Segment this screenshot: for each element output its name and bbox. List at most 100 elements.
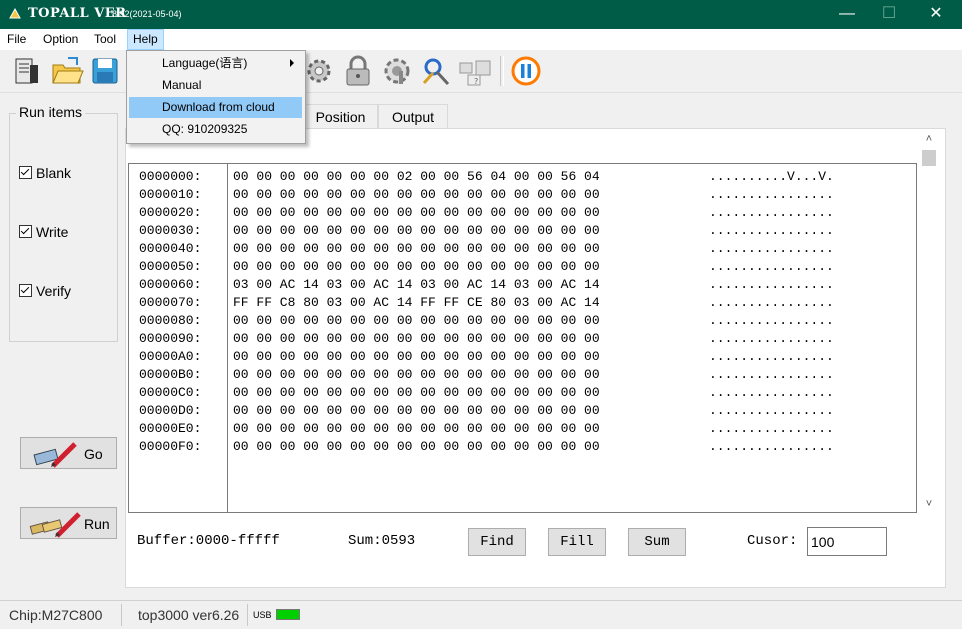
menu-item-download[interactable]: Download from cloud <box>129 97 302 118</box>
open-folder-icon[interactable] <box>50 55 84 87</box>
hex-bytes[interactable]: 00 00 00 00 00 00 00 00 00 00 00 00 00 0… <box>233 312 709 330</box>
hex-row[interactable]: 00000E0: 00 00 00 00 00 00 00 00 00 00 00… <box>139 420 834 438</box>
verify-label: Verify <box>36 283 72 299</box>
hex-ascii: ................ <box>709 223 834 238</box>
chip-icon[interactable] <box>10 55 44 87</box>
hex-ascii: ................ <box>709 349 834 364</box>
cusor-input[interactable]: 100 <box>807 527 887 556</box>
hex-row[interactable]: 00000B0: 00 00 00 00 00 00 00 00 00 00 00… <box>139 366 834 384</box>
hex-row[interactable]: 00000C0: 00 00 00 00 00 00 00 00 00 00 00… <box>139 384 834 402</box>
svg-text:?: ? <box>474 77 478 86</box>
hex-bytes[interactable]: 00 00 00 00 00 00 00 00 00 00 00 00 00 0… <box>233 186 709 204</box>
hex-bytes[interactable]: 00 00 00 00 00 00 00 00 00 00 00 00 00 0… <box>233 330 709 348</box>
language-label: Language(语言) <box>162 56 248 70</box>
hex-ascii: ................ <box>709 205 834 220</box>
hex-ascii: ................ <box>709 421 834 436</box>
hex-bytes[interactable]: 00 00 00 00 00 00 00 00 00 00 00 00 00 0… <box>233 240 709 258</box>
blank-checkbox[interactable]: Blank <box>19 165 71 181</box>
hex-bytes[interactable]: 00 00 00 00 00 00 00 00 00 00 00 00 00 0… <box>233 402 709 420</box>
menu-help[interactable]: Help <box>127 29 164 50</box>
maximize-button[interactable]: ☐ <box>866 0 912 29</box>
vertical-scrollbar[interactable]: ˄ ˅ <box>920 131 938 513</box>
hex-address: 0000070: <box>139 295 202 310</box>
hex-row[interactable]: 0000000: 00 00 00 00 00 00 00 02 00 00 56… <box>139 168 834 186</box>
hex-address: 0000000: <box>139 169 202 184</box>
go-button[interactable]: Go <box>20 437 117 469</box>
lock-icon[interactable] <box>341 55 375 87</box>
blank-label: Blank <box>36 165 72 181</box>
hex-row[interactable]: 0000020: 00 00 00 00 00 00 00 00 00 00 00… <box>139 204 834 222</box>
hex-address: 0000080: <box>139 313 202 328</box>
hex-ascii: ................ <box>709 187 834 202</box>
sum-button[interactable]: Sum <box>628 528 686 556</box>
gear-icon[interactable] <box>302 55 336 87</box>
hex-bytes[interactable]: 00 00 00 00 00 00 00 00 00 00 00 00 00 0… <box>233 384 709 402</box>
check-icon <box>19 225 32 238</box>
hex-bytes[interactable]: 00 00 00 00 00 00 00 00 00 00 00 00 00 0… <box>233 258 709 276</box>
hex-bytes[interactable]: 00 00 00 00 00 00 00 00 00 00 00 00 00 0… <box>233 438 709 456</box>
hex-ascii: ................ <box>709 259 834 274</box>
menu-tool[interactable]: Tool <box>89 29 121 50</box>
hex-bytes[interactable]: 00 00 00 00 00 00 00 00 00 00 00 00 00 0… <box>233 222 709 240</box>
scroll-down-icon[interactable]: ˅ <box>920 496 938 513</box>
hex-bytes[interactable]: 00 00 00 00 00 00 00 00 00 00 00 00 00 0… <box>233 348 709 366</box>
run-label: Run <box>84 516 110 532</box>
hex-ascii: ................ <box>709 385 834 400</box>
tab-output[interactable]: Output <box>378 104 448 128</box>
hex-row[interactable]: 0000060: 03 00 AC 14 03 00 AC 14 03 00 AC… <box>139 276 834 294</box>
hex-bytes[interactable]: 03 00 AC 14 03 00 AC 14 03 00 AC 14 03 0… <box>233 276 709 294</box>
hex-row[interactable]: 0000040: 00 00 00 00 00 00 00 00 00 00 00… <box>139 240 834 258</box>
hex-row[interactable]: 0000010: 00 00 00 00 00 00 00 00 00 00 00… <box>139 186 834 204</box>
hex-row[interactable]: 00000D0: 00 00 00 00 00 00 00 00 00 00 00… <box>139 402 834 420</box>
scroll-up-icon[interactable]: ˄ <box>920 131 938 148</box>
menu-file[interactable]: File <box>2 29 31 50</box>
write-label: Write <box>36 224 69 240</box>
toolbar-separator <box>500 56 504 86</box>
hex-row[interactable]: 00000F0: 00 00 00 00 00 00 00 00 00 00 00… <box>139 438 834 456</box>
hex-row[interactable]: 0000080: 00 00 00 00 00 00 00 00 00 00 00… <box>139 312 834 330</box>
tools-icon[interactable] <box>419 55 453 87</box>
hex-bytes[interactable]: FF FF C8 80 03 00 AC 14 FF FF CE 80 03 0… <box>233 294 709 312</box>
hex-bytes[interactable]: 00 00 00 00 00 00 00 00 00 00 00 00 00 0… <box>233 204 709 222</box>
close-button[interactable]: ✕ <box>913 0 959 29</box>
menu-item-qq[interactable]: QQ: 910209325 <box>129 119 302 140</box>
verify-checkbox[interactable]: Verify <box>19 283 71 299</box>
usb-label: USB <box>253 610 272 620</box>
hex-ascii: ................ <box>709 241 834 256</box>
hex-address: 00000F0: <box>139 439 202 454</box>
hex-row[interactable]: 0000030: 00 00 00 00 00 00 00 00 00 00 00… <box>139 222 834 240</box>
status-chip: Chip:M27C800 <box>9 607 103 623</box>
hex-row[interactable]: 0000050: 00 00 00 00 00 00 00 00 00 00 00… <box>139 258 834 276</box>
settings-icon[interactable] <box>380 55 414 87</box>
save-disk-icon[interactable] <box>89 55 123 87</box>
hex-ascii: ................ <box>709 313 834 328</box>
find-button[interactable]: Find <box>468 528 526 556</box>
scroll-thumb[interactable] <box>922 150 936 166</box>
fill-button[interactable]: Fill <box>548 528 606 556</box>
hex-address: 0000030: <box>139 223 202 238</box>
hex-bytes[interactable]: 00 00 00 00 00 00 00 02 00 00 56 04 00 0… <box>233 168 709 186</box>
hex-bytes[interactable]: 00 00 00 00 00 00 00 00 00 00 00 00 00 0… <box>233 366 709 384</box>
status-separator <box>121 604 122 626</box>
hex-address: 0000060: <box>139 277 202 292</box>
menu-option[interactable]: Option <box>38 29 83 50</box>
hex-ascii: ................ <box>709 331 834 346</box>
menu-item-language[interactable]: Language(语言) <box>129 53 302 74</box>
hex-bytes[interactable]: 00 00 00 00 00 00 00 00 00 00 00 00 00 0… <box>233 420 709 438</box>
hex-row[interactable]: 0000090: 00 00 00 00 00 00 00 00 00 00 00… <box>139 330 834 348</box>
hex-ascii: ................ <box>709 295 834 310</box>
run-button[interactable]: Run <box>20 507 117 539</box>
pause-icon[interactable] <box>509 55 543 87</box>
menu-bar: File Option Tool Help <box>0 29 962 50</box>
hex-row[interactable]: 00000A0: 00 00 00 00 00 00 00 00 00 00 00… <box>139 348 834 366</box>
hex-row[interactable]: 0000070: FF FF C8 80 03 00 AC 14 FF FF CE… <box>139 294 834 312</box>
write-checkbox[interactable]: Write <box>19 224 68 240</box>
go-label: Go <box>84 446 103 462</box>
hex-ascii: ..........V...V. <box>709 169 834 184</box>
tab-position[interactable]: Position <box>303 104 378 128</box>
window-version: 8.92(2021-05-04) <box>112 9 182 19</box>
id-icon[interactable]: ? <box>458 55 492 87</box>
menu-item-manual[interactable]: Manual <box>129 75 302 96</box>
minimize-button[interactable]: — <box>824 0 870 29</box>
run-items-title: Run items <box>16 104 86 120</box>
